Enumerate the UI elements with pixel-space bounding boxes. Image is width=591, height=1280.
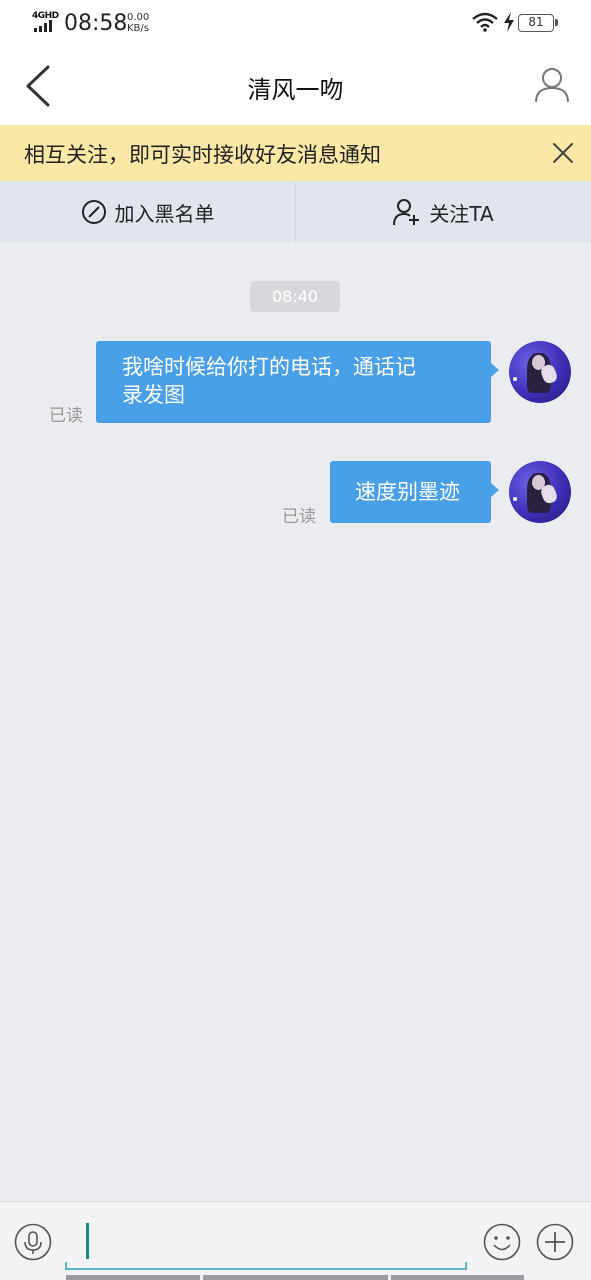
- message-bubble[interactable]: 速度别墨迹: [330, 461, 499, 523]
- speed-value: 0.00: [127, 12, 150, 23]
- blacklist-button[interactable]: 加入黑名单: [0, 181, 295, 243]
- microphone-icon[interactable]: [14, 1223, 52, 1261]
- input-bar: [0, 1201, 591, 1280]
- battery-level: 81: [528, 15, 544, 29]
- text-cursor: [86, 1223, 89, 1259]
- message-timestamp: 08:40: [250, 281, 340, 312]
- add-icon[interactable]: [536, 1223, 574, 1261]
- read-status: 已读: [282, 507, 316, 527]
- status-bar: 4GHD 08:58 0.00 KB/s 81: [0, 0, 591, 48]
- read-status: 已读: [49, 406, 83, 426]
- speed-unit: KB/s: [127, 23, 149, 34]
- battery-icon: 81: [518, 14, 558, 32]
- message-line: 速度别墨迹: [355, 480, 460, 504]
- chat-area[interactable]: 08:40 我啥时候给你打的电话，通话记 录发图 已读 速度别墨迹 已读: [0, 243, 591, 1201]
- page-title: 清风一吻: [247, 76, 344, 104]
- message-line: 录发图: [122, 383, 185, 407]
- status-time: 08:58: [64, 11, 128, 36]
- follow-label: 关注TA: [429, 201, 494, 226]
- charging-icon: [504, 12, 514, 32]
- nav-indicator: [391, 1275, 524, 1280]
- network-speed: 0.00 KB/s: [127, 12, 149, 34]
- blacklist-label: 加入黑名单: [114, 201, 215, 226]
- nav-indicator: [66, 1275, 200, 1280]
- block-icon: [81, 200, 106, 224]
- action-row: 加入黑名单 关注TA: [0, 181, 591, 243]
- message-line: 我啥时候给你打的电话，通话记: [122, 355, 416, 379]
- nav-bar: 清风一吻: [0, 48, 591, 125]
- wifi-icon: [472, 12, 498, 32]
- signal-icon: [34, 20, 52, 32]
- follow-button[interactable]: 关注TA: [296, 181, 591, 243]
- add-user-icon: [393, 199, 420, 226]
- profile-icon[interactable]: [533, 66, 571, 104]
- message-input[interactable]: [65, 1218, 467, 1270]
- notice-text: 相互关注，即可实时接收好友消息通知: [24, 143, 381, 167]
- avatar[interactable]: [509, 461, 571, 523]
- nav-indicator: [203, 1275, 388, 1280]
- avatar[interactable]: [509, 341, 571, 403]
- message-bubble[interactable]: 我啥时候给你打的电话，通话记 录发图: [96, 341, 499, 423]
- emoji-icon[interactable]: [483, 1223, 521, 1261]
- close-icon[interactable]: [552, 142, 574, 164]
- follow-notice-banner: 相互关注，即可实时接收好友消息通知: [0, 125, 591, 181]
